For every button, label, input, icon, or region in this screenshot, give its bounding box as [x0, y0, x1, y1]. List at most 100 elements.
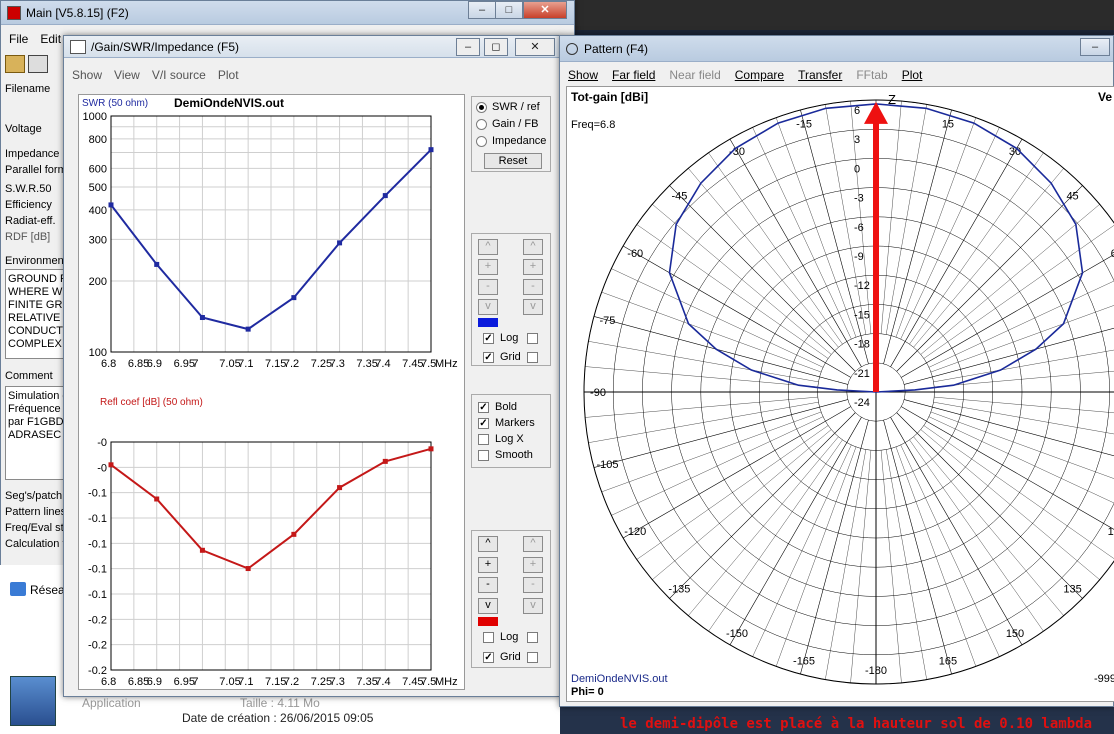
refl-color-swatch[interactable]: [478, 617, 498, 626]
left-down-button-2[interactable]: v: [478, 598, 498, 614]
polar-spoke: [883, 420, 952, 675]
minimize-button[interactable]: –: [468, 1, 496, 19]
main-title: Main [V5.8.15] (F2): [26, 5, 129, 20]
bottom-grid-right-checkbox[interactable]: [527, 652, 538, 663]
close-button[interactable]: ✕: [523, 1, 567, 19]
open-folder-icon[interactable]: [5, 55, 25, 73]
left-minus-button-2[interactable]: -: [478, 577, 498, 593]
refl-y-tick: -0.1: [88, 564, 107, 576]
smooth-checkbox[interactable]: [478, 450, 489, 461]
refl-marker: [199, 547, 205, 553]
bottom-log-checkbox[interactable]: [483, 632, 494, 643]
swr-ref-radio[interactable]: [476, 102, 487, 113]
polar-spoke: [909, 439, 1044, 632]
markers-checkbox[interactable]: ✓: [478, 418, 489, 429]
gain-fb-radio[interactable]: [476, 119, 487, 130]
bottom-grid-label: Grid: [500, 651, 521, 663]
polar-spoke: [928, 416, 1114, 504]
left-down-button[interactable]: v: [478, 299, 498, 315]
top-grid-checkbox[interactable]: ✓: [483, 352, 494, 363]
maximize-button[interactable]: □: [495, 1, 523, 19]
pmenu-near-field[interactable]: Near field: [669, 68, 720, 82]
bold-checkbox[interactable]: ✓: [478, 402, 489, 413]
left-plus-button-2[interactable]: +: [478, 557, 498, 573]
right-down-button-2[interactable]: v: [523, 598, 543, 614]
left-minus-button[interactable]: -: [478, 279, 498, 295]
label-filename: Filename: [5, 83, 51, 95]
polar-angle-label: -105: [596, 459, 618, 471]
swr-color-swatch[interactable]: [478, 318, 498, 327]
left-plus-button[interactable]: +: [478, 259, 498, 275]
menu-file[interactable]: File: [9, 32, 28, 46]
right-plus-button-2[interactable]: +: [523, 557, 543, 573]
polar-spoke: [800, 109, 869, 364]
pmenu-fftab[interactable]: FFtab: [856, 68, 887, 82]
right-plus-button[interactable]: +: [523, 259, 543, 275]
left-up-button[interactable]: ^: [478, 239, 498, 255]
logx-checkbox[interactable]: [478, 434, 489, 445]
gain-close-button[interactable]: ✕: [515, 38, 555, 56]
polar-spoke: [913, 168, 1064, 348]
gain-minimize-button[interactable]: –: [456, 38, 480, 56]
right-up-button-2[interactable]: ^: [523, 536, 543, 552]
pmenu-compare[interactable]: Compare: [735, 68, 784, 82]
pattern-minimize-button[interactable]: –: [1080, 38, 1110, 56]
top-grid-label: Grid: [500, 351, 521, 363]
polar-spoke: [933, 349, 1114, 383]
menu-vi-source[interactable]: V/I source: [152, 68, 206, 82]
env-line: COMPLEX: [8, 338, 62, 350]
bottom-grid-checkbox[interactable]: ✓: [483, 652, 494, 663]
copy-icon[interactable]: [28, 55, 48, 73]
comment-box[interactable]: Simulation d Fréquence par F1GBD ADRASEC: [5, 386, 69, 480]
top-grid-right-checkbox[interactable]: [527, 352, 538, 363]
polar-spoke: [708, 439, 843, 632]
polar-spoke: [593, 316, 848, 385]
pmenu-show[interactable]: Show: [568, 68, 598, 82]
comment-line: par F1GBD: [8, 416, 64, 428]
right-down-button[interactable]: v: [523, 299, 543, 315]
polar-angle-label: -15: [796, 118, 812, 130]
polar-spoke: [883, 109, 952, 364]
pmenu-transfer[interactable]: Transfer: [798, 68, 842, 82]
menu-view[interactable]: View: [114, 68, 140, 82]
impedance-radio[interactable]: [476, 136, 487, 147]
swr-marker: [245, 326, 251, 332]
refl-x-tick: 7.4: [375, 676, 390, 688]
polar-spoke: [825, 449, 867, 680]
bottom-log-right-checkbox[interactable]: [527, 632, 538, 643]
refl-marker: [154, 496, 160, 502]
network-icon[interactable]: [10, 582, 26, 596]
menu-edit[interactable]: Edit: [40, 32, 61, 46]
polar-spoke: [669, 412, 856, 599]
bold-label: Bold: [495, 401, 518, 413]
label-radiat-eff: Radiat-eff.: [5, 215, 56, 227]
environment-box[interactable]: GROUND P WHERE W FINITE GR RELATIVE COND…: [5, 269, 67, 359]
polar-angle-label: 135: [1063, 584, 1081, 596]
pmenu-far-field[interactable]: Far field: [612, 68, 655, 82]
right-minus-button[interactable]: -: [523, 279, 543, 295]
chart-icon: [70, 39, 86, 54]
app-icon: [7, 5, 21, 20]
polar-spoke: [923, 425, 1114, 559]
polar-spoke: [920, 429, 1100, 580]
top-log-right-checkbox[interactable]: [527, 333, 538, 344]
right-minus-button-2[interactable]: -: [523, 577, 543, 593]
gain-swr-window: /Gain/SWR/Impedance (F5) – ◻ ✕ Show View…: [63, 35, 560, 697]
gain-restore-button[interactable]: ◻: [484, 38, 508, 56]
top-log-checkbox[interactable]: ✓: [483, 333, 494, 344]
menu-plot[interactable]: Plot: [218, 68, 239, 82]
left-up-button-2[interactable]: ^: [478, 536, 498, 552]
pmenu-plot[interactable]: Plot: [902, 68, 923, 82]
comment-line: ADRASEC: [8, 429, 62, 441]
swr-x-tick: 7.4: [375, 358, 390, 370]
polar-spoke: [652, 429, 832, 580]
comment-line: Fréquence: [8, 403, 61, 415]
polar-spoke: [928, 280, 1114, 368]
reset-button[interactable]: Reset: [484, 153, 542, 169]
pattern-footer-right: -999: [1094, 673, 1114, 685]
polar-spoke: [934, 396, 1114, 413]
polar-angle-label: 165: [939, 656, 957, 668]
menu-show[interactable]: Show: [72, 68, 102, 82]
polar-angle-label: 120: [1108, 526, 1114, 538]
right-up-button[interactable]: ^: [523, 239, 543, 255]
